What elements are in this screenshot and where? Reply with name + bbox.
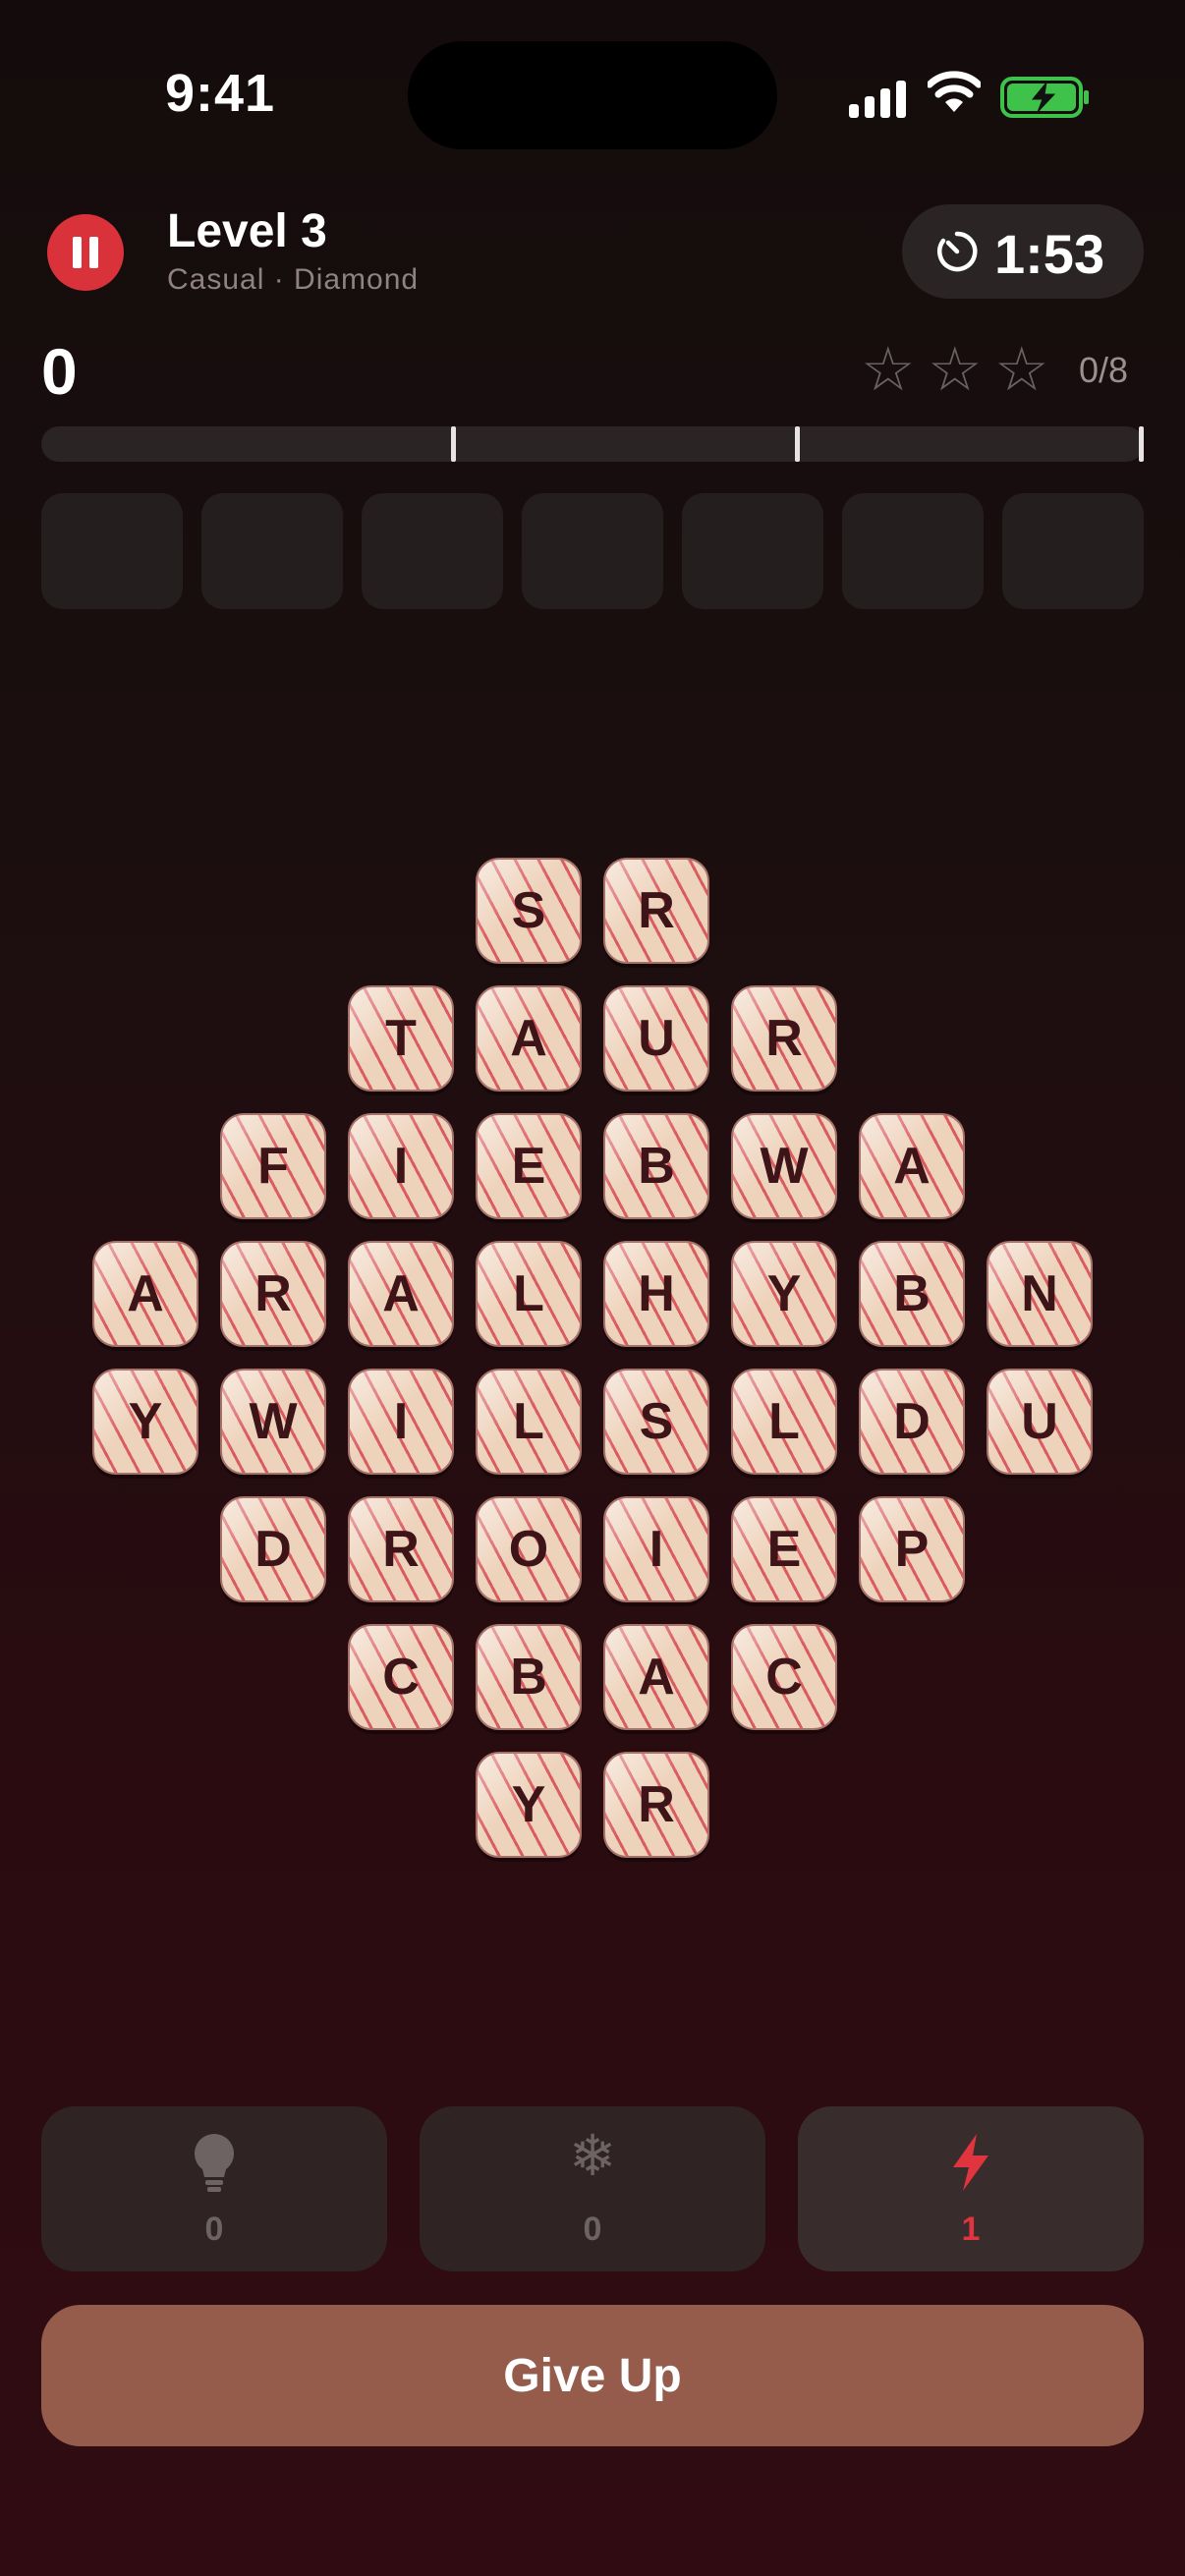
timer-badge: 1:53 (902, 204, 1144, 299)
letter-tile[interactable]: R (603, 858, 709, 964)
letter-tile[interactable]: E (476, 1113, 582, 1219)
word-slot (842, 493, 984, 609)
letter-tile[interactable]: A (603, 1624, 709, 1730)
word-slots (41, 493, 1144, 609)
letter-tile[interactable]: F (220, 1113, 326, 1219)
freeze-powerup-button[interactable]: ❄ 0 (420, 2106, 765, 2271)
letter-tile[interactable]: T (348, 985, 454, 1092)
battery-charging-icon (1000, 77, 1089, 118)
star-icon: ☆ (928, 336, 983, 404)
letter-tile[interactable]: B (476, 1624, 582, 1730)
freeze-count: 0 (583, 2211, 602, 2248)
letter-tile[interactable]: L (476, 1369, 582, 1475)
words-found-count: 0/8 (1079, 350, 1129, 390)
letter-tile[interactable]: Y (476, 1752, 582, 1858)
letter-tile[interactable]: C (731, 1624, 837, 1730)
progress-threshold-3 (1139, 426, 1144, 462)
letter-tile[interactable]: P (859, 1496, 965, 1602)
letter-tile[interactable]: W (220, 1369, 326, 1475)
letter-tile[interactable]: L (476, 1241, 582, 1347)
stopwatch-icon (937, 231, 978, 272)
letter-tile[interactable]: U (987, 1369, 1093, 1475)
letter-tile[interactable]: I (348, 1369, 454, 1475)
letter-tile[interactable]: Y (731, 1241, 837, 1347)
letter-tile[interactable]: H (603, 1241, 709, 1347)
letter-tile[interactable]: S (476, 858, 582, 964)
letter-tile[interactable]: S (603, 1369, 709, 1475)
letter-tile[interactable]: E (731, 1496, 837, 1602)
dynamic-island (408, 41, 777, 149)
letter-tile[interactable]: I (348, 1113, 454, 1219)
hint-powerup-button[interactable]: 0 (41, 2106, 387, 2271)
letter-tile[interactable]: B (603, 1113, 709, 1219)
letter-tile[interactable]: D (220, 1496, 326, 1602)
pause-button[interactable] (47, 214, 124, 291)
wifi-icon (928, 71, 981, 112)
letter-tile[interactable]: A (859, 1113, 965, 1219)
score-progress-bar (41, 426, 1144, 462)
letter-tile[interactable]: R (731, 985, 837, 1092)
word-slot (362, 493, 503, 609)
letter-tile[interactable]: R (348, 1496, 454, 1602)
pause-icon (73, 237, 82, 268)
letter-tile[interactable]: W (731, 1113, 837, 1219)
lightning-powerup-button[interactable]: 1 (798, 2106, 1144, 2271)
letter-tile[interactable]: L (731, 1369, 837, 1475)
level-title: Level 3 (167, 205, 327, 257)
hint-count: 0 (204, 2211, 224, 2248)
letter-tile[interactable]: R (220, 1241, 326, 1347)
star-icon: ☆ (861, 336, 916, 404)
letter-tile[interactable]: U (603, 985, 709, 1092)
word-slot (682, 493, 823, 609)
letter-tile[interactable]: I (603, 1496, 709, 1602)
star-icon: ☆ (994, 336, 1049, 404)
letter-tile[interactable]: A (348, 1241, 454, 1347)
letter-tile[interactable]: C (348, 1624, 454, 1730)
word-slot (41, 493, 183, 609)
letter-tile[interactable]: A (92, 1241, 198, 1347)
letter-tile[interactable]: D (859, 1369, 965, 1475)
word-slot (522, 493, 663, 609)
timer-value: 1:53 (994, 223, 1105, 285)
letter-tile[interactable]: A (476, 985, 582, 1092)
lightning-count: 1 (961, 2211, 981, 2248)
level-subtitle: Casual · Diamond (167, 263, 420, 296)
letter-tile[interactable]: O (476, 1496, 582, 1602)
cellular-signal-icon (849, 79, 908, 118)
letter-tile[interactable]: Y (92, 1369, 198, 1475)
lightning-icon (798, 2132, 1144, 2198)
letter-tile[interactable]: R (603, 1752, 709, 1858)
letter-tile[interactable]: N (987, 1241, 1093, 1347)
give-up-button[interactable]: Give Up (41, 2305, 1144, 2446)
lightbulb-icon (41, 2132, 387, 2198)
letter-tile[interactable]: B (859, 1241, 965, 1347)
star-rating: ☆ ☆ ☆ (861, 340, 1061, 401)
word-slot (1002, 493, 1144, 609)
status-time: 9:41 (165, 64, 276, 123)
word-slot (201, 493, 343, 609)
progress-threshold-2 (795, 426, 800, 462)
score-value: 0 (41, 335, 78, 408)
progress-threshold-1 (451, 426, 456, 462)
snowflake-icon: ❄ (568, 2124, 617, 2188)
